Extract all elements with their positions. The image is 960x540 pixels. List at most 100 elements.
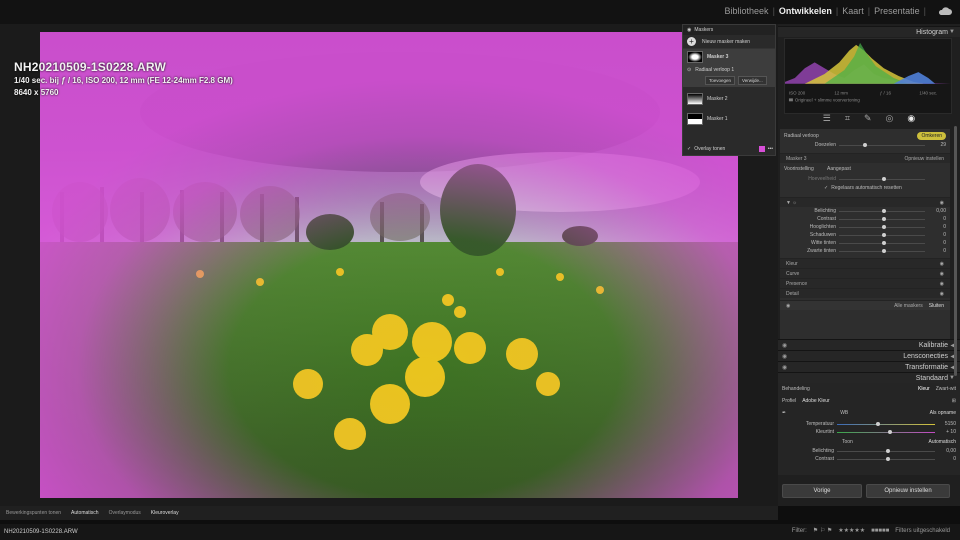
slider-track[interactable] — [839, 224, 925, 229]
slider-value[interactable]: 0,00 — [928, 208, 946, 214]
temperature-slider[interactable]: Temperatuur 5150 — [782, 420, 956, 428]
module-slideshow[interactable]: Presentatie — [874, 6, 920, 16]
panel-calibration[interactable]: ◉ Kalibratie ◀ — [778, 339, 960, 350]
show-pins-dropdown[interactable]: Automatisch — [71, 510, 99, 516]
slider-track[interactable] — [839, 142, 925, 147]
checkbox-icon[interactable]: ✓ — [824, 185, 828, 191]
slider-track[interactable] — [837, 421, 935, 426]
redeye-icon[interactable]: ◎ — [885, 113, 893, 124]
reset-button[interactable]: Opnieuw instellen — [866, 484, 950, 498]
slider-knob[interactable] — [882, 224, 886, 229]
crop-icon[interactable]: ⌗ — [845, 113, 850, 124]
slider-knob[interactable] — [887, 429, 892, 434]
exposure-value[interactable]: 0,00 — [938, 448, 956, 454]
masks-panel[interactable]: ◉ Maskers + Nieuw masker maken Masker 3 … — [682, 24, 776, 156]
eye-icon[interactable]: ◉ — [782, 342, 787, 349]
slider-track[interactable] — [839, 232, 925, 237]
slider-track[interactable] — [839, 240, 925, 245]
photo-preview[interactable] — [40, 32, 738, 498]
original-checkbox[interactable] — [788, 98, 793, 102]
tone-slider[interactable]: Hooglichten 0 — [780, 223, 950, 231]
module-map[interactable]: Kaart — [842, 6, 864, 16]
image-canvas[interactable]: NH20210509-1S0228.ARW 1/40 sec. bij ƒ / … — [0, 24, 778, 506]
slider-knob[interactable] — [882, 240, 886, 245]
tone-slider[interactable]: Contrast 0 — [780, 215, 950, 223]
tone-slider[interactable]: Witte tinten 0 — [780, 239, 950, 247]
filmstrip-path[interactable]: NH20210509-1S0228.ARW — [4, 529, 78, 535]
new-mask-button[interactable]: + Nieuw masker maken — [683, 35, 775, 49]
tint-slider[interactable]: Kleurtint + 10 — [782, 428, 956, 436]
preset-dropdown[interactable]: Aangepast — [827, 166, 851, 172]
previous-button[interactable]: Vorige — [782, 484, 862, 498]
slider-knob[interactable] — [882, 208, 886, 213]
feather-value[interactable]: 29 — [928, 142, 946, 148]
overlay-color-swatch[interactable] — [758, 146, 765, 152]
slider-track[interactable] — [839, 248, 925, 253]
profile-browser-icon[interactable]: ⊞ — [952, 398, 956, 404]
panel-scrollbar[interactable] — [954, 126, 957, 376]
tone-subsection-header[interactable]: ▼ ☼ ◉ — [780, 197, 950, 207]
slider-value[interactable]: 0 — [928, 224, 946, 230]
slider-value[interactable]: 0 — [928, 216, 946, 222]
slider-value[interactable]: 0 — [928, 232, 946, 238]
masking-icon[interactable]: ◉ — [907, 113, 915, 124]
profile-dropdown[interactable]: Adobe Kleur — [802, 398, 830, 404]
mask-component-radial[interactable]: ⊙ Radiaal verloop 1 — [683, 65, 775, 75]
slider-knob[interactable] — [882, 176, 886, 181]
masks-panel-header[interactable]: ◉ Maskers — [683, 25, 775, 35]
subsection-detail[interactable]: Detail ◉ — [780, 288, 950, 298]
amount-slider[interactable]: Hoeveelheid — [780, 175, 950, 183]
slider-value[interactable]: 0 — [928, 248, 946, 254]
overlay-mode-dropdown[interactable]: Kleuroverlay — [151, 510, 179, 516]
temperature-value[interactable]: 5150 — [938, 421, 956, 427]
color-label-filter[interactable]: ■■■■■ — [871, 528, 889, 534]
toggle-icon[interactable]: ◉ — [940, 271, 944, 277]
rating-filter-stars[interactable]: ★★★★★ — [838, 527, 865, 534]
slider-track[interactable] — [837, 448, 935, 453]
slider-knob[interactable] — [886, 456, 890, 461]
subsection-presence[interactable]: Presence ◉ — [780, 278, 950, 288]
eye-icon[interactable]: ◉ — [782, 364, 787, 371]
sliders-icon[interactable]: ☰ — [823, 113, 831, 124]
slider-track[interactable] — [839, 216, 925, 221]
mask-reset-button[interactable]: Opnieuw instellen — [905, 156, 944, 162]
auto-tone-button[interactable]: Automatisch — [928, 439, 956, 445]
subtract-from-mask-button[interactable]: Verwijde... — [738, 76, 767, 85]
healing-icon[interactable]: ✎ — [864, 113, 872, 124]
contrast-value[interactable]: 0 — [938, 456, 956, 462]
slider-track[interactable] — [839, 208, 925, 213]
expand-arrow-icon[interactable]: ▼ ☼ — [786, 200, 797, 206]
mask-item-1[interactable]: Masker 1 — [683, 111, 775, 127]
tone-slider[interactable]: Schaduwen 0 — [780, 231, 950, 239]
eyedropper-icon[interactable]: ✒ — [782, 410, 786, 416]
tone-slider[interactable]: Zwarte tinten 0 — [780, 247, 950, 255]
slider-track[interactable] — [839, 176, 925, 181]
wb-dropdown[interactable]: Als opname — [930, 410, 956, 416]
eye-icon[interactable]: ◉ — [786, 303, 790, 309]
auto-reset-row[interactable]: ✓ Regelaars automatisch resetten — [780, 183, 950, 193]
filter-dropdown[interactable]: Filters uitgeschakeld — [895, 528, 950, 534]
show-overlay-toggle[interactable]: ✓ Overlay tonen ••• — [687, 146, 773, 152]
invert-toggle[interactable]: Omkeren — [917, 132, 946, 140]
toggle-icon[interactable]: ◉ — [940, 281, 944, 287]
treatment-color-option[interactable]: Kleur — [918, 386, 930, 392]
tone-slider[interactable]: Belichting 0,00 — [780, 207, 950, 215]
close-masks-button[interactable]: Sluiten — [929, 303, 944, 309]
slider-value[interactable]: 0 — [928, 240, 946, 246]
show-all-masks-button[interactable]: Alle maskers — [894, 303, 923, 309]
mask-item-3[interactable]: Masker 3 — [683, 49, 775, 65]
slider-track[interactable] — [837, 456, 935, 461]
panel-lens[interactable]: ◉ Lensconecties ◀ — [778, 350, 960, 361]
subsection-curve[interactable]: Curve ◉ — [780, 268, 950, 278]
contrast-slider[interactable]: Contrast 0 — [782, 455, 956, 463]
tint-value[interactable]: + 10 — [938, 429, 956, 435]
slider-knob[interactable] — [886, 448, 890, 453]
cloud-icon[interactable] — [938, 6, 952, 16]
feather-slider[interactable]: Doezelen 29 — [780, 141, 950, 149]
panel-basic[interactable]: Standaard ▼ — [778, 372, 960, 383]
add-to-mask-button[interactable]: Toevoegen — [705, 76, 736, 85]
treatment-bw-option[interactable]: Zwart-wit — [936, 386, 956, 392]
more-icon[interactable]: ••• — [768, 146, 773, 152]
slider-knob[interactable] — [882, 232, 886, 237]
slider-knob[interactable] — [882, 216, 886, 221]
